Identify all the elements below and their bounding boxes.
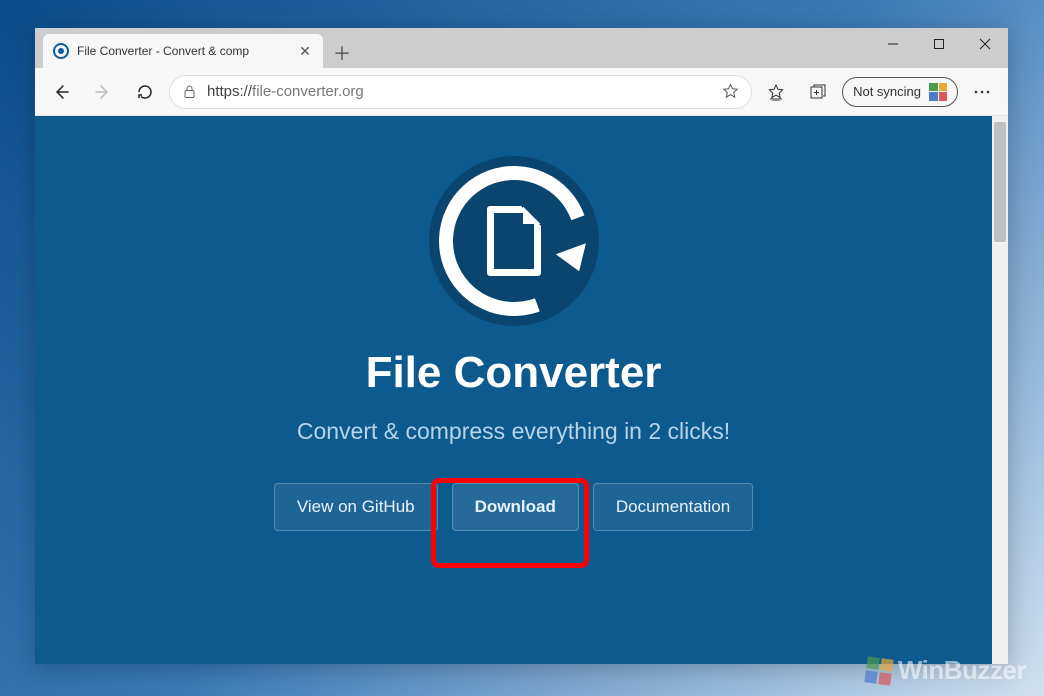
watermark-icon — [864, 656, 893, 685]
forward-button — [85, 74, 121, 110]
refresh-button[interactable] — [127, 74, 163, 110]
page-tagline: Convert & compress everything in 2 click… — [297, 418, 730, 445]
tab-title: File Converter - Convert & comp — [77, 44, 289, 58]
address-bar[interactable]: https://file-converter.org — [169, 75, 752, 109]
viewport: File Converter Convert & compress everyt… — [35, 116, 1008, 664]
browser-tab[interactable]: File Converter - Convert & comp ✕ — [43, 34, 323, 68]
app-logo — [429, 156, 599, 326]
browser-toolbar: https://file-converter.org Not syncing — [35, 68, 1008, 116]
tab-favicon — [53, 43, 69, 59]
url-text: https://file-converter.org — [207, 83, 712, 100]
view-github-button[interactable]: View on GitHub — [274, 483, 438, 531]
collections-button[interactable] — [800, 74, 836, 110]
watermark-text: WinBuzzer — [898, 655, 1026, 686]
close-window-button[interactable] — [962, 28, 1008, 60]
window-controls — [870, 28, 1008, 60]
close-tab-icon[interactable]: ✕ — [297, 43, 313, 60]
page-title: File Converter — [366, 348, 662, 398]
profile-icon — [929, 83, 947, 101]
scrollbar[interactable] — [992, 116, 1008, 664]
browser-window: File Converter - Convert & comp ✕ ＋ http… — [35, 28, 1008, 664]
lock-icon — [182, 84, 197, 99]
download-button[interactable]: Download — [452, 483, 579, 531]
watermark: WinBuzzer — [866, 655, 1026, 686]
maximize-button[interactable] — [916, 28, 962, 60]
menu-button[interactable] — [964, 74, 1000, 110]
sync-label: Not syncing — [853, 84, 921, 99]
new-tab-button[interactable]: ＋ — [327, 38, 357, 68]
back-button[interactable] — [43, 74, 79, 110]
favorite-icon[interactable] — [722, 83, 739, 100]
profile-sync-button[interactable]: Not syncing — [842, 77, 958, 107]
hero-buttons: View on GitHub Download Documentation — [274, 483, 753, 531]
page-content: File Converter Convert & compress everyt… — [35, 116, 992, 664]
titlebar: File Converter - Convert & comp ✕ ＋ — [35, 28, 1008, 68]
scrollbar-thumb[interactable] — [994, 122, 1006, 242]
documentation-button[interactable]: Documentation — [593, 483, 753, 531]
favorites-button[interactable] — [758, 74, 794, 110]
minimize-button[interactable] — [870, 28, 916, 60]
